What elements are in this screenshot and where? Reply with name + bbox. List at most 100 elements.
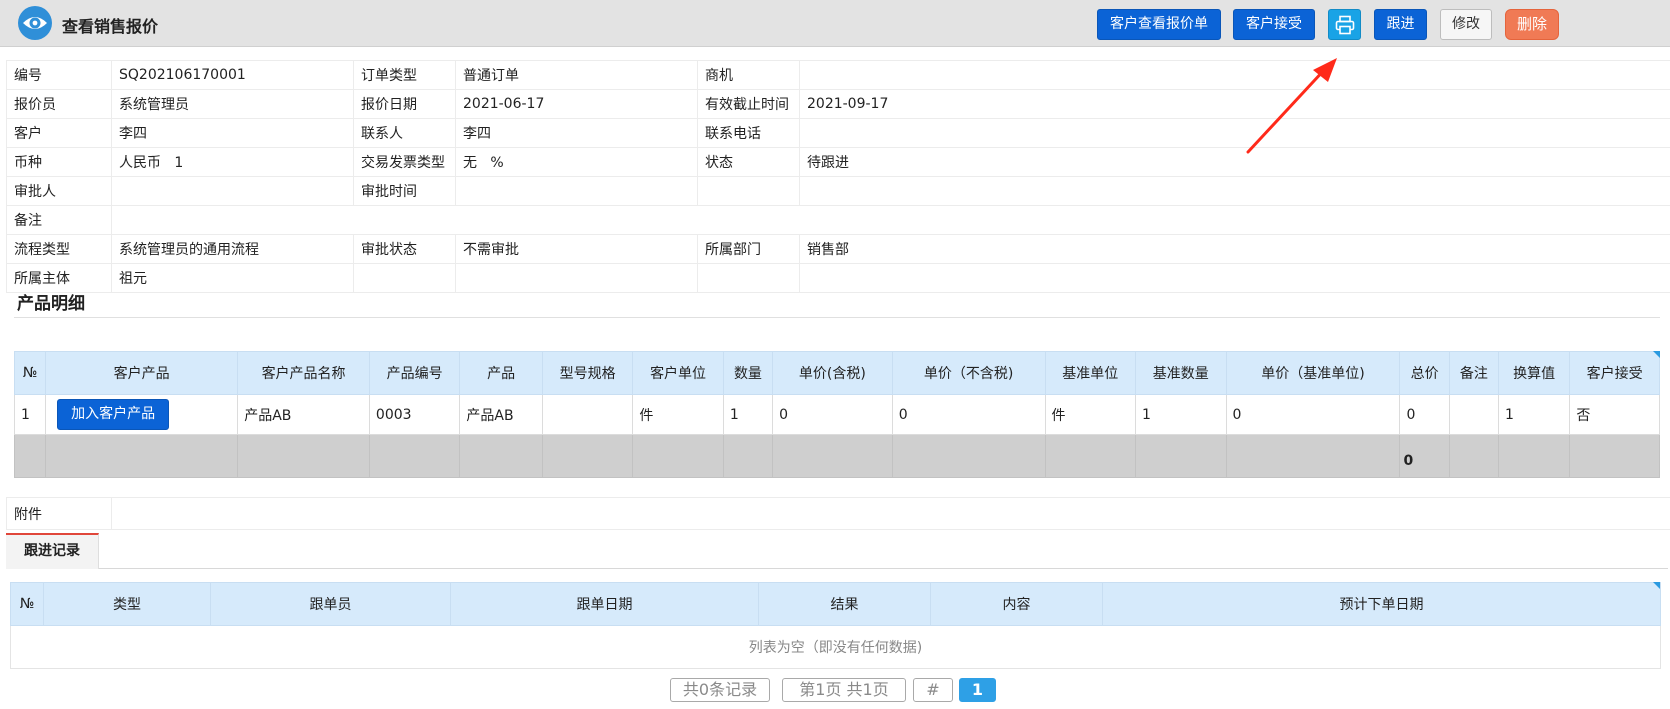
info-label: 有效截止时间 <box>697 89 800 119</box>
info-row: 客户 李四 联系人 李四 联系电话 <box>6 118 1670 148</box>
summary-cell <box>1225 434 1401 478</box>
price-tax-cell: 0 <box>772 394 893 435</box>
quote-date-value: 2021-06-17 <box>455 89 698 119</box>
column-header: 类型 <box>43 582 211 626</box>
currency-value: 人民币 1 <box>111 147 354 177</box>
info-label: 商机 <box>697 60 800 90</box>
info-row: 编号 SQ202106170001 订单类型 普通订单 商机 <box>6 60 1670 90</box>
tab-follow-records[interactable]: 跟进记录 <box>6 533 99 569</box>
info-label: 币种 <box>6 147 112 177</box>
info-label: 备注 <box>6 205 112 235</box>
info-empty-cell <box>799 176 1670 206</box>
accepted-cell: 否 <box>1569 394 1660 435</box>
info-label: 状态 <box>697 147 800 177</box>
status-value: 待跟进 <box>799 147 1670 177</box>
summary-cell <box>13 434 47 478</box>
customer-product-cell: 加入客户产品 <box>45 394 239 435</box>
opportunity-value <box>799 60 1670 90</box>
base-price-cell: 0 <box>1225 394 1401 435</box>
info-row: 流程类型 系统管理员的通用流程 审批状态 不需审批 所属部门 销售部 <box>6 234 1670 264</box>
table-corner-marker <box>1653 582 1660 589</box>
total-price-cell: 0 <box>1399 394 1450 435</box>
info-row: 审批人 审批时间 <box>6 176 1670 206</box>
remark-value <box>111 205 1670 235</box>
base-quantity-cell: 1 <box>1135 394 1227 435</box>
page-title: 查看销售报价 <box>62 17 159 36</box>
info-label: 订单类型 <box>353 60 456 90</box>
department-value: 销售部 <box>799 234 1670 264</box>
info-empty-cell <box>455 263 698 293</box>
spec-cell <box>541 394 634 435</box>
row-number: 1 <box>13 394 47 435</box>
column-header: 客户单位 <box>632 351 724 395</box>
quantity-cell: 1 <box>722 394 774 435</box>
top-bar: 查看销售报价 客户查看报价单 客户接受 跟进 修改 删除 <box>0 0 1670 47</box>
empty-list-text: 列表为空（即没有任何数据) <box>10 625 1661 669</box>
summary-cell <box>722 434 774 478</box>
info-label: 编号 <box>6 60 112 90</box>
product-code-cell: 0003 <box>368 394 461 435</box>
product-section-title: 产品明细 <box>17 294 85 314</box>
column-header: 产品编号 <box>368 351 461 395</box>
printer-icon <box>1335 15 1354 35</box>
column-header: 内容 <box>930 582 1103 626</box>
deadline-value: 2021-09-17 <box>799 89 1670 119</box>
info-label: 审批人 <box>6 176 112 206</box>
section-divider <box>14 317 1660 318</box>
order-type-value: 普通订单 <box>455 60 698 90</box>
column-header: 型号规格 <box>541 351 634 395</box>
summary-cell <box>1448 434 1499 478</box>
summary-cell <box>541 434 634 478</box>
add-customer-product-button[interactable]: 加入客户产品 <box>57 399 170 430</box>
tab-bar: 跟进记录 <box>6 533 1668 569</box>
info-empty-cell <box>799 263 1670 293</box>
entity-value: 祖元 <box>111 263 354 293</box>
invoice-type-value: 无 % <box>455 147 698 177</box>
info-empty-cell <box>697 263 800 293</box>
product-cell: 产品AB <box>459 394 543 435</box>
customer-accept-button[interactable]: 客户接受 <box>1233 9 1315 40</box>
info-label: 报价日期 <box>353 89 456 119</box>
summary-cell <box>632 434 724 478</box>
column-header: 单价（不含税) <box>891 351 1046 395</box>
delete-button[interactable]: 删除 <box>1505 9 1559 40</box>
remark-cell <box>1448 394 1499 435</box>
customer-product-name-cell: 产品AB <box>237 394 370 435</box>
info-label: 审批时间 <box>353 176 456 206</box>
info-empty-cell <box>697 176 800 206</box>
table-corner-marker <box>1653 351 1660 358</box>
product-table: № 客户产品 客户产品名称 产品编号 产品 型号规格 客户单位 数量 单价(含税… <box>13 351 1660 478</box>
price-notax-cell: 0 <box>891 394 1046 435</box>
base-unit-cell: 件 <box>1044 394 1137 435</box>
attachment-label: 附件 <box>6 497 112 530</box>
total-sum-value: 0 <box>1399 434 1450 478</box>
page-info-label: 第1页 共1页 <box>782 678 906 702</box>
follow-up-button[interactable]: 跟进 <box>1374 9 1427 40</box>
product-header-row: № 客户产品 客户产品名称 产品编号 产品 型号规格 客户单位 数量 单价(含税… <box>13 351 1660 395</box>
edit-button[interactable]: 修改 <box>1440 9 1492 40</box>
column-header: № <box>10 582 44 626</box>
summary-cell <box>1497 434 1571 478</box>
info-row: 备注 <box>6 205 1670 235</box>
current-page-button[interactable]: 1 <box>959 678 996 702</box>
eye-logo-icon <box>18 6 52 40</box>
summary-cell <box>459 434 543 478</box>
summary-cell <box>368 434 461 478</box>
summary-cell <box>237 434 370 478</box>
customer-unit-cell: 件 <box>632 394 724 435</box>
summary-row: 0 <box>13 434 1660 478</box>
info-label: 流程类型 <box>6 234 112 264</box>
summary-cell <box>1569 434 1660 478</box>
approve-time-value <box>455 176 698 206</box>
info-label: 交易发票类型 <box>353 147 456 177</box>
summary-cell <box>891 434 1046 478</box>
column-header: 备注 <box>1448 351 1499 395</box>
info-label: 所属部门 <box>697 234 800 264</box>
page-jump-button[interactable]: # <box>913 678 953 702</box>
total-records-label: 共0条记录 <box>670 678 770 702</box>
print-button[interactable] <box>1328 9 1361 40</box>
follow-records-table: № 类型 跟单员 跟单日期 结果 内容 预计下单日期 列表为空（即没有任何数据) <box>10 582 1661 669</box>
column-header: 单价(含税) <box>772 351 893 395</box>
quote-info-table: 编号 SQ202106170001 订单类型 普通订单 商机 报价员 系统管理员… <box>6 60 1670 293</box>
customer-view-quote-button[interactable]: 客户查看报价单 <box>1097 9 1221 40</box>
